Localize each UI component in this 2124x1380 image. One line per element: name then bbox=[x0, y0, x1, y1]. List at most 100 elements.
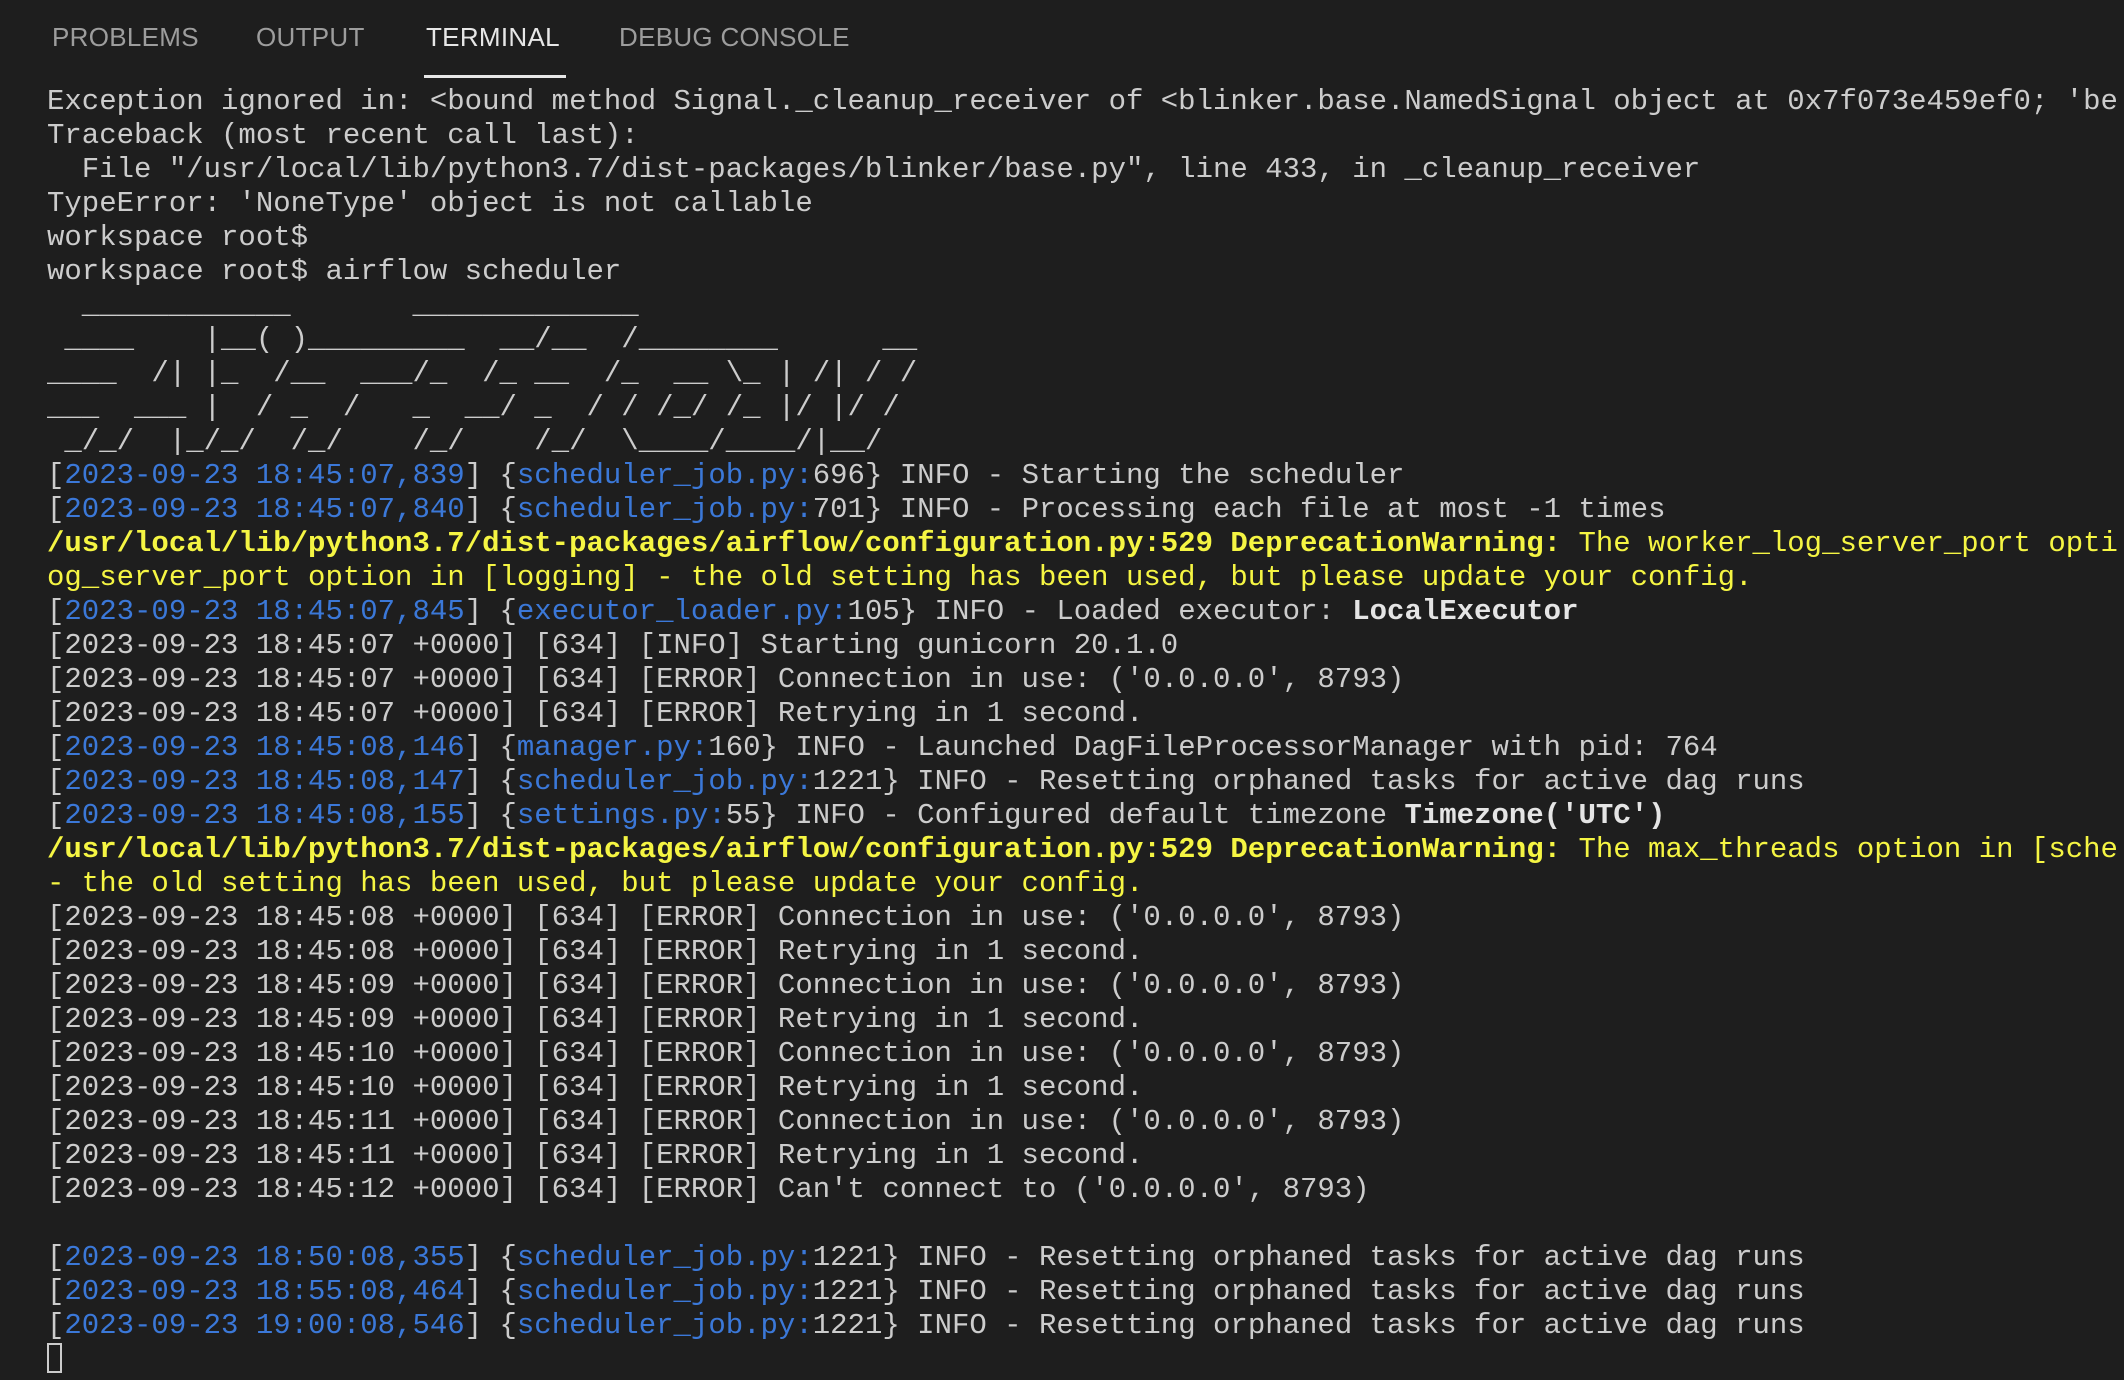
terminal-line: [2023-09-23 18:45:09 +0000] [634] [ERROR… bbox=[47, 1003, 2124, 1037]
terminal-text: ] { bbox=[464, 765, 517, 798]
terminal-prompt-line[interactable] bbox=[47, 1343, 2124, 1377]
terminal-line: [2023-09-23 18:50:08,355] {scheduler_job… bbox=[47, 1241, 2124, 1275]
terminal-text: [2023-09-23 18:45:07 +0000] [634] [INFO]… bbox=[47, 629, 1179, 662]
cursor-icon bbox=[47, 1343, 62, 1373]
terminal-link-text: 2023-09-23 18:50:08,355 bbox=[64, 1241, 465, 1274]
terminal-text: ___ ___ | / _ / _ __/ _ / / /_/ /_ |/ |/… bbox=[47, 391, 900, 424]
terminal-link-text: 2023-09-23 18:45:08,146 bbox=[64, 731, 465, 764]
terminal-text: [2023-09-23 18:45:09 +0000] [634] [ERROR… bbox=[47, 1003, 1144, 1036]
terminal-link-text: manager.py: bbox=[516, 731, 709, 764]
terminal-text: 1221} INFO - Resetting orphaned tasks fo… bbox=[812, 765, 1805, 798]
terminal-link-text: scheduler_job.py: bbox=[516, 493, 813, 526]
terminal-link-text: 2023-09-23 18:45:08,155 bbox=[64, 799, 465, 832]
terminal-line: [2023-09-23 18:45:07 +0000] [634] [ERROR… bbox=[47, 697, 2124, 731]
terminal-line: [2023-09-23 18:45:08,146] {manager.py:16… bbox=[47, 731, 2124, 765]
terminal-text: [ bbox=[47, 493, 65, 526]
terminal-text: [2023-09-23 18:45:08 +0000] [634] [ERROR… bbox=[47, 901, 1405, 934]
terminal-line: /usr/local/lib/python3.7/dist-packages/a… bbox=[47, 527, 2124, 561]
tab-debug-console[interactable]: DEBUG CONSOLE bbox=[619, 22, 850, 53]
terminal-line: [2023-09-23 18:45:07,839] {scheduler_job… bbox=[47, 459, 2124, 493]
terminal-text: ] { bbox=[464, 459, 517, 492]
terminal-text: - the old setting has been used, but ple… bbox=[47, 867, 1144, 900]
terminal-text: [ bbox=[47, 799, 65, 832]
tab-terminal[interactable]: TERMINAL bbox=[426, 22, 560, 53]
terminal-text: _/_/ |_/_/ /_/ /_/ /_/ \____/____/|__/ bbox=[47, 425, 883, 458]
terminal-link-text: scheduler_job.py: bbox=[516, 765, 813, 798]
terminal-text: Traceback (most recent call last): bbox=[47, 119, 639, 152]
terminal-text: ____________ _____________ bbox=[47, 289, 639, 322]
terminal-text: ] { bbox=[464, 731, 517, 764]
terminal-text: File "/usr/local/lib/python3.7/dist-pack… bbox=[47, 153, 1701, 186]
tab-problems[interactable]: PROBLEMS bbox=[52, 22, 199, 53]
terminal-text: ____ |__( )_________ __/__ /________ __ bbox=[47, 323, 918, 356]
terminal-line: [2023-09-23 18:45:10 +0000] [634] [ERROR… bbox=[47, 1071, 2124, 1105]
terminal-text: 105} INFO - Loaded executor: bbox=[847, 595, 1353, 628]
terminal-text: Exception ignored in: <bound method Sign… bbox=[47, 85, 2118, 118]
terminal-line: /usr/local/lib/python3.7/dist-packages/a… bbox=[47, 833, 2124, 867]
terminal-line: [2023-09-23 19:00:08,546] {scheduler_job… bbox=[47, 1309, 2124, 1343]
terminal-link-text: scheduler_job.py: bbox=[516, 1241, 813, 1274]
terminal-link-text: scheduler_job.py: bbox=[516, 1275, 813, 1308]
terminal-text: [ bbox=[47, 765, 65, 798]
terminal-link-text: executor_loader.py: bbox=[516, 595, 848, 628]
active-tab-indicator bbox=[424, 75, 566, 78]
terminal-line: ____ |__( )_________ __/__ /________ __ bbox=[47, 323, 2124, 357]
terminal-text: /usr/local/lib/python3.7/dist-packages/a… bbox=[47, 527, 1562, 560]
terminal-line: [2023-09-23 18:45:08,155] {settings.py:5… bbox=[47, 799, 2124, 833]
terminal-link-text: scheduler_job.py: bbox=[516, 1309, 813, 1342]
terminal-text: 1221} INFO - Resetting orphaned tasks fo… bbox=[812, 1275, 1805, 1308]
terminal-line: Exception ignored in: <bound method Sign… bbox=[47, 85, 2124, 119]
terminal-text: 1221} INFO - Resetting orphaned tasks fo… bbox=[812, 1309, 1805, 1342]
terminal-line: og_server_port option in [logging] - the… bbox=[47, 561, 2124, 595]
terminal-text: 1221} INFO - Resetting orphaned tasks fo… bbox=[812, 1241, 1805, 1274]
terminal-text: [2023-09-23 18:45:07 +0000] [634] [ERROR… bbox=[47, 697, 1144, 730]
terminal-link-text: 2023-09-23 18:45:07,845 bbox=[64, 595, 465, 628]
terminal-text: ] { bbox=[464, 595, 517, 628]
terminal-text: ] { bbox=[464, 1275, 517, 1308]
terminal-line: [2023-09-23 18:45:08,147] {scheduler_job… bbox=[47, 765, 2124, 799]
terminal-text: 701} INFO - Processing each file at most… bbox=[812, 493, 1666, 526]
terminal-text: workspace root$ airflow scheduler bbox=[47, 255, 622, 288]
terminal-text: ____ /| |_ /__ ___/_ /_ __ /_ __ \_ | /|… bbox=[47, 357, 918, 390]
terminal-text: [ bbox=[47, 595, 65, 628]
terminal-line: [2023-09-23 18:45:07 +0000] [634] [INFO]… bbox=[47, 629, 2124, 663]
terminal-text: 696} INFO - Starting the scheduler bbox=[812, 459, 1405, 492]
terminal-text: /usr/local/lib/python3.7/dist-packages/a… bbox=[47, 833, 1562, 866]
terminal-text: [2023-09-23 18:45:10 +0000] [634] [ERROR… bbox=[47, 1071, 1144, 1104]
terminal-text: [2023-09-23 18:45:08 +0000] [634] [ERROR… bbox=[47, 935, 1144, 968]
panel-tab-bar: PROBLEMS OUTPUT TERMINAL DEBUG CONSOLE bbox=[0, 0, 2124, 78]
terminal-line: ____________ _____________ bbox=[47, 289, 2124, 323]
terminal-text: [ bbox=[47, 1309, 65, 1342]
terminal-text: ] { bbox=[464, 493, 517, 526]
terminal-line: [2023-09-23 18:45:11 +0000] [634] [ERROR… bbox=[47, 1139, 2124, 1173]
terminal-text: The worker_log_server_port opti bbox=[1561, 527, 2118, 560]
terminal-text: [2023-09-23 18:45:09 +0000] [634] [ERROR… bbox=[47, 969, 1405, 1002]
terminal-line: [2023-09-23 18:45:12 +0000] [634] [ERROR… bbox=[47, 1173, 2124, 1207]
terminal-line: TypeError: 'NoneType' object is not call… bbox=[47, 187, 2124, 221]
terminal-line: [2023-09-23 18:45:08 +0000] [634] [ERROR… bbox=[47, 935, 2124, 969]
terminal-line: ____ /| |_ /__ ___/_ /_ __ /_ __ \_ | /|… bbox=[47, 357, 2124, 391]
terminal-line: [2023-09-23 18:45:10 +0000] [634] [ERROR… bbox=[47, 1037, 2124, 1071]
terminal-line: _/_/ |_/_/ /_/ /_/ /_/ \____/____/|__/ bbox=[47, 425, 2124, 459]
tab-output[interactable]: OUTPUT bbox=[256, 22, 365, 53]
terminal-link-text: 2023-09-23 18:45:07,839 bbox=[64, 459, 465, 492]
terminal-line: [2023-09-23 18:55:08,464] {scheduler_job… bbox=[47, 1275, 2124, 1309]
terminal-text: The max_threads option in [sche bbox=[1561, 833, 2118, 866]
terminal-link-text: settings.py: bbox=[516, 799, 726, 832]
terminal-text: ] { bbox=[464, 1309, 517, 1342]
terminal-line: [2023-09-23 18:45:11 +0000] [634] [ERROR… bbox=[47, 1105, 2124, 1139]
terminal-link-text: 2023-09-23 18:45:07,840 bbox=[64, 493, 465, 526]
terminal-line: [2023-09-23 18:45:07,845] {executor_load… bbox=[47, 595, 2124, 629]
terminal-text: workspace root$ bbox=[47, 221, 326, 254]
terminal-link-text: scheduler_job.py: bbox=[516, 459, 813, 492]
terminal-line: ___ ___ | / _ / _ __/ _ / / /_/ /_ |/ |/… bbox=[47, 391, 2124, 425]
terminal-line: [2023-09-23 18:45:07,840] {scheduler_job… bbox=[47, 493, 2124, 527]
terminal-link-text: 2023-09-23 18:55:08,464 bbox=[64, 1275, 465, 1308]
terminal-output[interactable]: Exception ignored in: <bound method Sign… bbox=[47, 85, 2124, 1377]
terminal-line: workspace root$ bbox=[47, 221, 2124, 255]
terminal-text: [ bbox=[47, 1275, 65, 1308]
terminal-text: TypeError: 'NoneType' object is not call… bbox=[47, 187, 813, 220]
terminal-line: [2023-09-23 18:45:08 +0000] [634] [ERROR… bbox=[47, 901, 2124, 935]
terminal-text: [2023-09-23 18:45:07 +0000] [634] [ERROR… bbox=[47, 663, 1405, 696]
